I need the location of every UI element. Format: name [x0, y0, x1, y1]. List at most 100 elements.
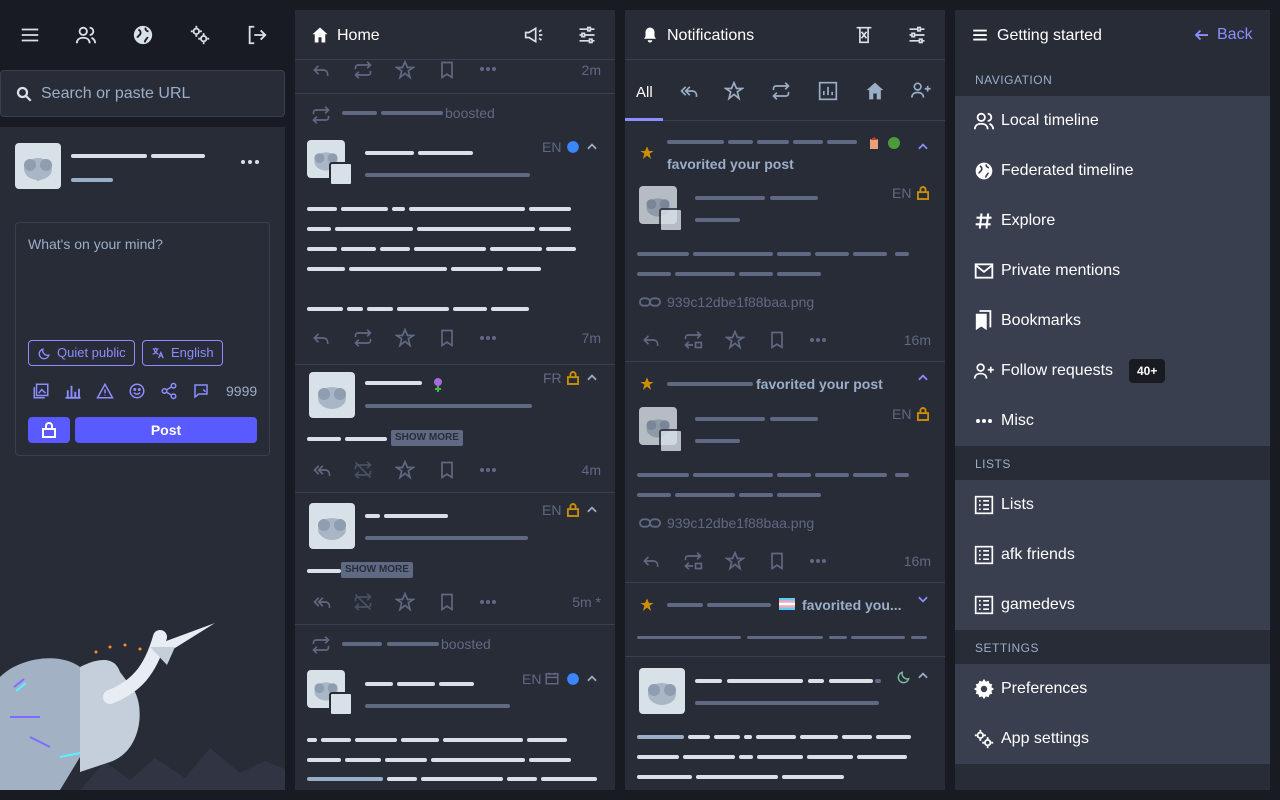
- booster-avatar[interactable]: [329, 692, 353, 716]
- follows-filter-icon[interactable]: [910, 80, 932, 100]
- nav-item-private-mentions[interactable]: Private mentions: [955, 246, 1270, 296]
- filter-tab-all[interactable]: All: [636, 84, 653, 101]
- nav-item-federated-timeline[interactable]: Federated timeline: [955, 146, 1270, 196]
- bookmark-icon[interactable]: [437, 592, 457, 612]
- search-input[interactable]: Search or paste URL: [41, 85, 190, 103]
- list-item-lists[interactable]: Lists: [955, 480, 1270, 530]
- schedule-icon[interactable]: [192, 382, 210, 400]
- chevron-down-icon[interactable]: [916, 592, 930, 606]
- more-icon[interactable]: [479, 65, 497, 73]
- bookmark-icon[interactable]: [437, 328, 457, 348]
- chevron-up-icon[interactable]: [585, 371, 599, 385]
- boost-icon[interactable]: [353, 328, 373, 348]
- more-icon[interactable]: [809, 336, 827, 344]
- reply-icon[interactable]: [311, 328, 331, 348]
- star-icon[interactable]: [395, 60, 415, 80]
- chevron-up-icon[interactable]: [916, 371, 930, 385]
- more-icon[interactable]: [809, 557, 827, 565]
- visibility-button[interactable]: Quiet public: [28, 340, 135, 366]
- display-name: [151, 154, 205, 158]
- list-item-gamedevs[interactable]: gamedevs: [955, 580, 1270, 630]
- language-button[interactable]: English: [142, 340, 223, 366]
- globe-icon[interactable]: [132, 24, 154, 46]
- avatar[interactable]: [309, 372, 355, 418]
- boosts-filter-icon[interactable]: [771, 81, 791, 101]
- nav-item-explore[interactable]: Explore: [955, 196, 1270, 246]
- people-icon[interactable]: [75, 24, 97, 46]
- nav-item-follow-requests[interactable]: Follow requests 40+: [955, 346, 1270, 396]
- show-more-button[interactable]: SHOW MORE: [341, 562, 413, 578]
- star-icon[interactable]: [395, 592, 415, 612]
- avatar[interactable]: [15, 143, 61, 189]
- gears-icon: [973, 728, 995, 750]
- favourites-filter-icon[interactable]: [724, 81, 744, 101]
- emoji-icon[interactable]: [128, 382, 146, 400]
- attachment-link[interactable]: 939c12dbe1f88baa.png: [667, 515, 814, 531]
- list-item-afk-friends[interactable]: afk friends: [955, 530, 1270, 580]
- home-post-1: 2m: [295, 60, 615, 93]
- menu-icon[interactable]: [19, 24, 41, 46]
- chevron-up-icon[interactable]: [916, 669, 930, 683]
- avatar[interactable]: [639, 668, 685, 714]
- clear-notifications-icon[interactable]: [855, 25, 873, 45]
- search-box[interactable]: Search or paste URL: [0, 70, 285, 117]
- booster-avatar[interactable]: [659, 429, 683, 453]
- logout-icon[interactable]: [246, 24, 268, 46]
- column-settings-icon[interactable]: [577, 25, 597, 45]
- list-icon: [974, 595, 994, 615]
- boost-disabled-icon: [353, 460, 373, 480]
- star-icon[interactable]: [395, 460, 415, 480]
- reply-all-icon[interactable]: [311, 592, 333, 612]
- more-icon[interactable]: [479, 466, 497, 474]
- bookmark-icon[interactable]: [767, 551, 787, 571]
- avatar[interactable]: [309, 503, 355, 549]
- column-title[interactable]: Home: [337, 27, 380, 45]
- settings-item-app-settings[interactable]: App settings: [955, 714, 1270, 764]
- person-add-icon: [973, 360, 995, 382]
- poll-icon[interactable]: [64, 382, 82, 400]
- chevron-up-icon[interactable]: [585, 503, 599, 517]
- warning-icon[interactable]: [96, 382, 114, 400]
- gears-icon[interactable]: [189, 24, 211, 46]
- booster-avatar[interactable]: [329, 162, 353, 186]
- compose-textarea[interactable]: What's on your mind? Quiet public Englis…: [15, 222, 270, 456]
- nav-item-misc[interactable]: Misc: [955, 396, 1270, 446]
- attachment-link[interactable]: 939c12dbe1f88baa.png: [667, 294, 814, 310]
- share-icon[interactable]: [160, 382, 178, 400]
- nav-item-bookmarks[interactable]: Bookmarks: [955, 296, 1270, 346]
- chevron-up-icon[interactable]: [916, 140, 930, 154]
- lock-button[interactable]: [28, 417, 70, 443]
- media-icon[interactable]: [32, 382, 50, 400]
- bookmark-icon[interactable]: [767, 330, 787, 350]
- polls-filter-icon[interactable]: [818, 81, 838, 101]
- star-icon[interactable]: [725, 551, 745, 571]
- reply-icon[interactable]: [641, 551, 661, 571]
- more-icon[interactable]: [479, 334, 497, 342]
- bookmark-icon[interactable]: [437, 460, 457, 480]
- star-icon[interactable]: [395, 328, 415, 348]
- post-language: EN: [892, 406, 912, 422]
- post-button[interactable]: Post: [75, 417, 257, 443]
- mentions-filter-icon[interactable]: [678, 81, 700, 101]
- reply-all-icon[interactable]: [311, 460, 333, 480]
- bookmark-icon[interactable]: [437, 60, 457, 80]
- chevron-up-icon[interactable]: [585, 672, 599, 686]
- reply-icon[interactable]: [311, 60, 331, 80]
- booster-avatar[interactable]: [659, 208, 683, 232]
- settings-item-preferences[interactable]: Preferences: [955, 664, 1270, 714]
- column-title[interactable]: Notifications: [667, 27, 754, 45]
- more-icon[interactable]: [479, 598, 497, 606]
- boost-icon[interactable]: [353, 60, 373, 80]
- show-more-button[interactable]: SHOW MORE: [391, 430, 463, 446]
- calendar-icon: [545, 672, 559, 685]
- star-icon: [639, 145, 655, 161]
- ellipsis-icon[interactable]: [240, 157, 260, 167]
- star-icon[interactable]: [725, 330, 745, 350]
- chevron-up-icon[interactable]: [585, 140, 599, 154]
- announcements-icon[interactable]: [523, 25, 545, 45]
- username: [71, 178, 113, 182]
- column-settings-icon[interactable]: [907, 25, 927, 45]
- statuses-filter-icon[interactable]: [865, 81, 885, 101]
- reply-icon[interactable]: [641, 330, 661, 350]
- nav-item-local-timeline[interactable]: Local timeline: [955, 96, 1270, 146]
